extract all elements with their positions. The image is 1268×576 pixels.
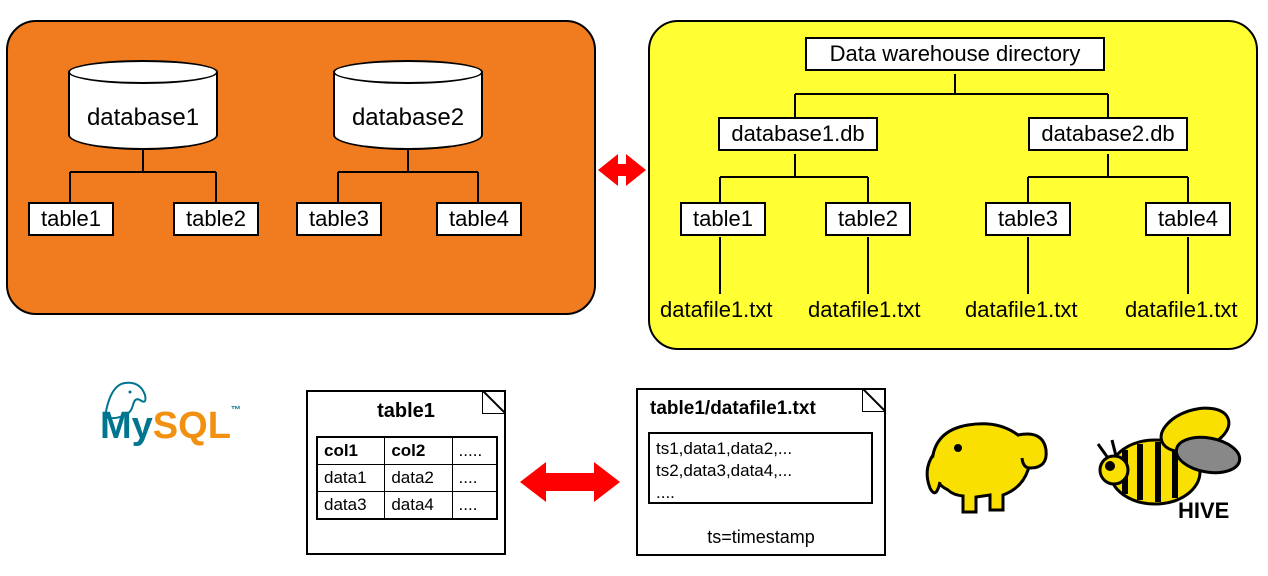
- col2: col2: [385, 437, 452, 465]
- col1: col1: [317, 437, 385, 465]
- ts-note: ts=timestamp: [638, 527, 884, 548]
- r1c2: data2: [385, 465, 452, 492]
- database2-label: database2: [333, 104, 483, 132]
- hadoop-logo-icon: [918, 400, 1058, 525]
- hive-label-text: HIVE: [1178, 498, 1229, 523]
- hive-file-content: ts1,data1,data2,... ts2,data3,data4,... …: [648, 432, 873, 504]
- r2c1: data3: [317, 492, 385, 520]
- table1-box: table1: [28, 202, 114, 236]
- mysql-table-title: table1: [308, 392, 504, 429]
- r1c3: ....: [452, 465, 497, 492]
- hive-file-doc: table1/datafile1.txt ts1,data1,data2,...…: [636, 388, 886, 556]
- col3: .....: [452, 437, 497, 465]
- file1: datafile1.txt: [660, 297, 773, 323]
- database1-cylinder: database1: [68, 60, 218, 150]
- t2-dir: table2: [825, 202, 911, 236]
- sync-arrow-docs: [520, 460, 620, 500]
- r2c2: data4: [385, 492, 452, 520]
- table4-box: table4: [436, 202, 522, 236]
- database1-label: database1: [68, 104, 218, 132]
- t4-dir: table4: [1145, 202, 1231, 236]
- hive-panel: Data warehouse directory database1.db da…: [648, 20, 1258, 350]
- database2-cylinder: database2: [333, 60, 483, 150]
- table3-box: table3: [296, 202, 382, 236]
- sync-arrow-panels: [598, 154, 646, 186]
- db2-dir: database2.db: [1028, 117, 1188, 151]
- r2c3: ....: [452, 492, 497, 520]
- db1-dir: database1.db: [718, 117, 878, 151]
- dwh-root: Data warehouse directory: [805, 37, 1105, 71]
- table2-box: table2: [173, 202, 259, 236]
- hive-logo-icon: HIVE: [1080, 400, 1250, 535]
- mysql-table-doc: table1 col1 col2 ..... data1 data2 .... …: [306, 390, 506, 555]
- r1c1: data1: [317, 465, 385, 492]
- file4: datafile1.txt: [1125, 297, 1238, 323]
- t3-dir: table3: [985, 202, 1071, 236]
- file2: datafile1.txt: [808, 297, 921, 323]
- file3: datafile1.txt: [965, 297, 1078, 323]
- hive-file-title: table1/datafile1.txt: [638, 390, 884, 426]
- t1-dir: table1: [680, 202, 766, 236]
- mysql-panel: database1 database2 table1 table2 table3…: [6, 20, 596, 315]
- mysql-table-grid: col1 col2 ..... data1 data2 .... data3 d…: [316, 436, 498, 520]
- mysql-logo: MySQL™: [100, 405, 241, 448]
